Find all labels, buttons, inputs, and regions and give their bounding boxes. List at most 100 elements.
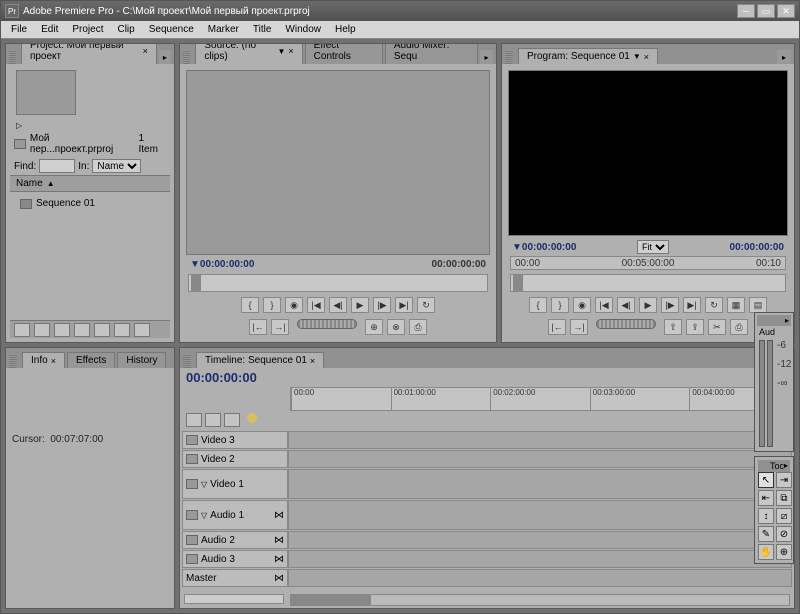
minimize-button[interactable]: ─	[737, 4, 755, 18]
track-select-tool[interactable]: ⇥	[776, 472, 792, 488]
prev-edit-button[interactable]: |←	[548, 319, 566, 335]
set-in-button[interactable]: {	[529, 297, 547, 313]
menu-sequence[interactable]: Sequence	[143, 22, 200, 37]
play-thumb-icon[interactable]: ▷	[16, 121, 30, 131]
program-scrub[interactable]	[510, 274, 786, 292]
timeline-scrollbar[interactable]	[290, 594, 790, 606]
menu-file[interactable]: File	[5, 22, 33, 37]
goto-in-button[interactable]: |◀	[595, 297, 613, 313]
track-header-audio2[interactable]: Audio 2⋈	[182, 531, 288, 549]
track-header-audio1[interactable]: ▽Audio 1⋈	[182, 500, 288, 530]
next-edit-button[interactable]: →|	[271, 319, 289, 335]
panel-menu-flyout[interactable]: ▸	[480, 50, 493, 64]
loop-button[interactable]: ↻	[705, 297, 723, 313]
track-content[interactable]	[288, 550, 792, 568]
history-tab[interactable]: History	[117, 352, 166, 368]
track-content[interactable]	[288, 450, 792, 468]
close-button[interactable]: ✕	[777, 4, 795, 18]
list-view-button[interactable]	[14, 323, 30, 337]
source-scrub[interactable]	[188, 274, 488, 292]
menu-help[interactable]: Help	[329, 22, 362, 37]
loop-button[interactable]: ↻	[417, 297, 435, 313]
automate-button[interactable]	[54, 323, 70, 337]
speaker-icon[interactable]	[186, 535, 198, 545]
menu-edit[interactable]: Edit	[35, 22, 64, 37]
play-button[interactable]: ▶	[351, 297, 369, 313]
trim-button[interactable]: ✂	[708, 319, 726, 335]
close-icon[interactable]: ×	[644, 52, 649, 62]
track-content[interactable]	[288, 469, 792, 499]
marker-button[interactable]: ◉	[573, 297, 591, 313]
close-icon[interactable]: ×	[288, 46, 293, 56]
slip-tool[interactable]: ✎	[758, 526, 774, 542]
icon-view-button[interactable]	[34, 323, 50, 337]
step-fwd-button[interactable]: |▶	[661, 297, 679, 313]
set-in-button[interactable]: {	[241, 297, 259, 313]
panel-menu-flyout[interactable]: ▸	[777, 50, 791, 64]
track-header-video3[interactable]: Video 3	[182, 431, 288, 449]
panel-grip-icon[interactable]	[9, 50, 16, 64]
step-back-button[interactable]: ◀|	[617, 297, 635, 313]
track-header-video1[interactable]: ▽Video 1	[182, 469, 288, 499]
speaker-icon[interactable]	[186, 554, 198, 564]
snap-button[interactable]	[186, 413, 202, 427]
find-button[interactable]	[74, 323, 90, 337]
zoom-select[interactable]: Fit	[637, 240, 669, 254]
eye-icon[interactable]	[186, 454, 198, 464]
timeline-timecode[interactable]: 00:00:00:00	[180, 368, 794, 387]
selection-tool[interactable]: ↖	[758, 472, 774, 488]
insert-button[interactable]: ⊕	[365, 319, 383, 335]
goto-out-button[interactable]: ▶|	[395, 297, 413, 313]
menu-window[interactable]: Window	[279, 22, 327, 37]
panel-menu-flyout[interactable]: ▸	[784, 461, 788, 471]
new-item-button[interactable]	[114, 323, 130, 337]
overwrite-button[interactable]: ⊗	[387, 319, 405, 335]
export-frame-button[interactable]: ⎙	[730, 319, 748, 335]
project-tab[interactable]: Project: Мой первый проект ×	[21, 43, 157, 64]
new-bin-button[interactable]	[94, 323, 110, 337]
hand-tool[interactable]: ✋	[758, 544, 774, 560]
find-input[interactable]	[39, 159, 75, 173]
close-icon[interactable]: ×	[51, 356, 56, 366]
panel-grip-icon[interactable]	[9, 354, 17, 368]
audio-mixer-tab[interactable]: Audio Mixer: Sequ	[385, 43, 478, 64]
column-header-name[interactable]: Name ▲	[10, 175, 170, 192]
menu-title[interactable]: Title	[247, 22, 278, 37]
speaker-icon[interactable]	[186, 510, 198, 520]
source-tab[interactable]: Source: (no clips)▼ ×	[195, 43, 302, 64]
program-time-ruler[interactable]: 00:00 00:05:00:00 00:10	[510, 256, 786, 270]
eye-icon[interactable]	[186, 479, 198, 489]
slide-tool[interactable]: ⊘	[776, 526, 792, 542]
panel-grip-icon[interactable]	[505, 50, 513, 64]
ripple-edit-tool[interactable]: ⇤	[758, 490, 774, 506]
timeline-tab[interactable]: Timeline: Sequence 01 ×	[196, 352, 324, 368]
razor-button[interactable]	[224, 413, 240, 427]
set-out-button[interactable]: }	[551, 297, 569, 313]
marker-button[interactable]: ◉	[285, 297, 303, 313]
extract-button[interactable]: ⇪	[686, 319, 704, 335]
razor-tool[interactable]: ⧄	[776, 508, 792, 524]
track-header-audio3[interactable]: Audio 3⋈	[182, 550, 288, 568]
step-fwd-button[interactable]: |▶	[373, 297, 391, 313]
menu-project[interactable]: Project	[66, 22, 109, 37]
list-item[interactable]: Sequence 01	[18, 196, 162, 211]
zoom-slider[interactable]	[184, 594, 284, 604]
track-content[interactable]	[288, 569, 792, 587]
delete-button[interactable]	[134, 323, 150, 337]
jog-shuttle[interactable]	[297, 319, 357, 329]
export-frame-button[interactable]: ⎙	[409, 319, 427, 335]
menu-marker[interactable]: Marker	[202, 22, 245, 37]
maximize-button[interactable]: ▭	[757, 4, 775, 18]
effect-controls-tab[interactable]: Effect Controls	[305, 43, 383, 64]
output-button[interactable]: ▤	[749, 297, 767, 313]
effects-tab[interactable]: Effects	[67, 352, 115, 368]
prev-edit-button[interactable]: |←	[249, 319, 267, 335]
track-header-video2[interactable]: Video 2	[182, 450, 288, 468]
timeline-ruler[interactable]: 00:00 00:01:00:00 00:02:00:00 00:03:00:0…	[290, 387, 790, 411]
jog-shuttle[interactable]	[596, 319, 656, 329]
panel-grip-icon[interactable]	[183, 50, 190, 64]
marker-button[interactable]	[205, 413, 221, 427]
track-content[interactable]	[288, 431, 792, 449]
close-icon[interactable]: ×	[310, 356, 315, 366]
play-button[interactable]: ▶	[639, 297, 657, 313]
